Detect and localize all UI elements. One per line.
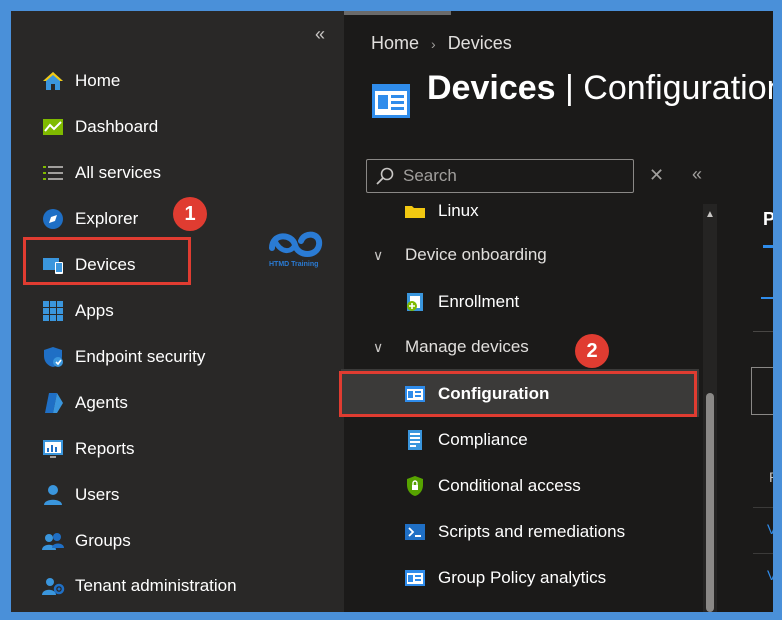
apps-icon <box>41 299 65 323</box>
group-policy-icon <box>404 567 426 589</box>
nav-label: All services <box>75 163 161 182</box>
search-placeholder: Search <box>403 166 457 185</box>
groups-icon <box>41 529 65 553</box>
dashboard-icon <box>41 115 65 139</box>
nav-item-groups[interactable]: Groups <box>41 526 131 556</box>
row-divider <box>753 553 773 554</box>
menu-group-label: Manage devices <box>405 337 529 356</box>
app-window: « Home Dashboard All services Explorer D… <box>11 11 773 612</box>
powershell-icon <box>404 521 426 543</box>
breadcrumb-separator: › <box>431 35 436 52</box>
collapse-nav-button[interactable]: « <box>315 25 325 43</box>
tenant-admin-icon <box>41 574 65 598</box>
compliance-icon <box>404 429 426 451</box>
nav-label: Explorer <box>75 209 139 228</box>
nav-label: Dashboard <box>75 117 159 136</box>
shield-lock-icon <box>404 475 426 497</box>
menu-label: Compliance <box>438 430 528 449</box>
search-clear-button[interactable]: ✕ <box>649 165 664 186</box>
nav-item-reports[interactable]: Reports <box>41 434 135 464</box>
active-tab-indicator <box>763 245 773 248</box>
nav-item-explorer[interactable]: Explorer <box>41 204 138 234</box>
menu-item-enrollment[interactable]: Enrollment <box>404 287 519 317</box>
left-navigation: « Home Dashboard All services Explorer D… <box>11 11 344 612</box>
menu-item-compliance[interactable]: Compliance <box>404 425 528 455</box>
nav-label: Endpoint security <box>75 347 206 366</box>
nav-item-all-services[interactable]: All services <box>41 158 161 188</box>
nav-label: Reports <box>75 439 135 458</box>
menu-item-linux[interactable]: Linux <box>404 196 479 226</box>
nav-label: Agents <box>75 393 128 412</box>
row-link-partial[interactable]: V <box>767 521 773 537</box>
explorer-icon <box>41 207 65 231</box>
nav-item-users[interactable]: Users <box>41 480 119 510</box>
nav-item-home[interactable]: Home <box>41 66 120 96</box>
menu-label: Conditional access <box>438 476 581 495</box>
reports-icon <box>41 437 65 461</box>
content-divider <box>753 331 773 332</box>
row-link-partial[interactable]: V <box>767 567 773 583</box>
chevron-down-icon: ∨ <box>373 246 384 263</box>
menu-label: Group Policy analytics <box>438 568 607 587</box>
users-icon <box>41 483 65 507</box>
nav-label: Tenant administration <box>75 576 237 595</box>
scroll-up-icon[interactable]: ▲ <box>705 209 715 220</box>
home-icon <box>41 69 65 93</box>
chevron-down-icon: ∨ <box>373 338 384 355</box>
highlight-box-configuration <box>339 371 697 417</box>
scrollbar-thumb[interactable] <box>706 393 714 612</box>
collapse-menu-button[interactable]: « <box>692 164 702 185</box>
menu-search-box[interactable]: Search <box>366 159 634 193</box>
menu-item-group-policy-analytics[interactable]: Group Policy analytics <box>404 563 606 593</box>
row-divider <box>753 507 773 508</box>
column-header-partial: P <box>769 469 773 485</box>
nav-item-apps[interactable]: Apps <box>41 296 114 326</box>
nav-item-agents[interactable]: Agents <box>41 388 128 418</box>
page-title: Devices | Configuration <box>427 69 773 108</box>
page-title-bold: Devices <box>427 69 556 107</box>
nav-label: Home <box>75 71 121 90</box>
highlight-box-devices <box>23 237 191 285</box>
content-tab-partial[interactable]: P <box>763 209 773 230</box>
menu-label: Enrollment <box>438 292 520 311</box>
nav-label: Groups <box>75 531 131 550</box>
menu-item-conditional-access[interactable]: Conditional access <box>404 471 581 501</box>
breadcrumb: Home › Devices <box>371 33 512 54</box>
configuration-page-icon <box>372 84 410 118</box>
nav-item-dashboard[interactable]: Dashboard <box>41 112 158 142</box>
agents-icon <box>41 391 65 415</box>
endpoint-security-icon <box>41 345 65 369</box>
search-icon <box>375 166 395 186</box>
nav-label: Apps <box>75 301 114 320</box>
logo-text: HTMD Training <box>269 261 319 268</box>
nav-item-endpoint-security[interactable]: Endpoint security <box>41 342 205 372</box>
breadcrumb-home[interactable]: Home <box>371 33 419 54</box>
all-services-icon <box>41 161 65 185</box>
content-accent-line <box>761 297 773 299</box>
page-title-rest: | Configuration <box>555 69 773 107</box>
menu-item-scripts-remediations[interactable]: Scripts and remediations <box>404 517 625 547</box>
menu-group-label: Device onboarding <box>405 245 547 264</box>
menu-label: Linux <box>438 201 479 220</box>
breadcrumb-devices[interactable]: Devices <box>448 33 512 54</box>
step-badge-2: 2 <box>575 334 609 368</box>
nav-item-tenant-administration[interactable]: Tenant administration <box>41 571 237 601</box>
menu-group-manage-devices[interactable]: ∨ Manage devices <box>373 332 529 362</box>
nav-label: Users <box>75 485 120 504</box>
enrollment-icon <box>404 291 426 313</box>
step-badge-1: 1 <box>173 197 207 231</box>
menu-label: Scripts and remediations <box>438 522 626 541</box>
content-button-partial[interactable] <box>751 367 773 415</box>
folder-icon <box>404 200 426 222</box>
menu-group-device-onboarding[interactable]: ∨ Device onboarding <box>373 240 547 270</box>
